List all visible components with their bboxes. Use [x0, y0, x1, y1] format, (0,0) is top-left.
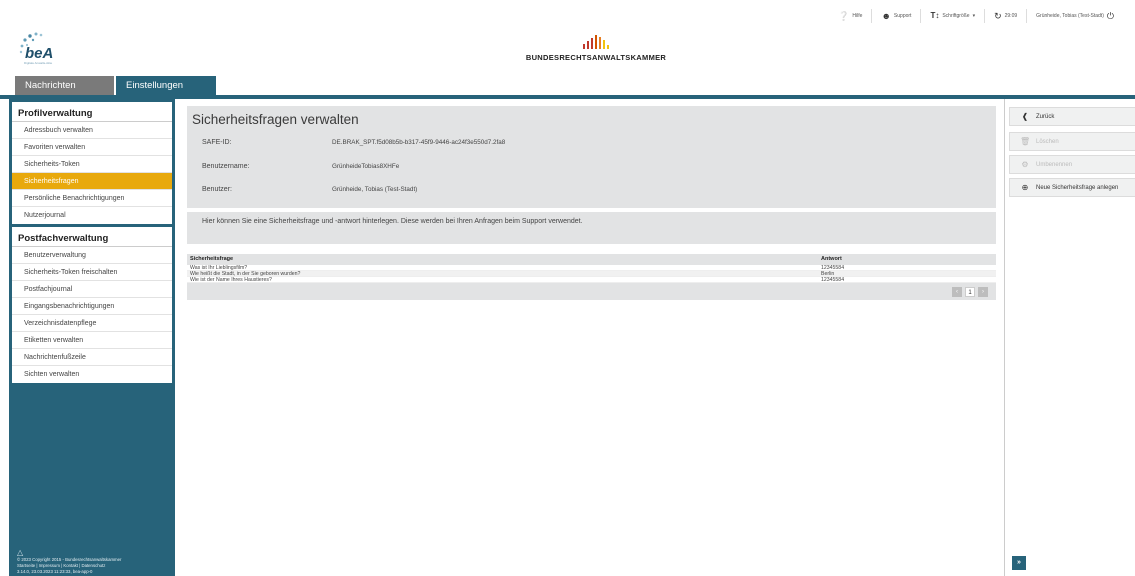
- page-title: Sicherheitsfragen verwalten: [192, 112, 359, 127]
- sidebar-item-favoriten[interactable]: Favoriten verwalten: [12, 139, 172, 156]
- safe-id-label: SAFE-ID:: [202, 139, 232, 146]
- username-label: Benutzername:: [202, 163, 250, 170]
- rename-button[interactable]: ⚙ Umbenennen: [1009, 155, 1135, 174]
- user-name: Grünheide, Tobias (Test-Stadt): [1036, 13, 1104, 19]
- text-size-icon: T↕: [930, 11, 940, 20]
- user-icon: ☻: [881, 10, 891, 21]
- user-value: Grünheide, Tobias (Test-Stadt): [332, 186, 418, 193]
- sidebar-footer: △ © 2023 Copyright 2015 - Bundesrechtsan…: [17, 548, 121, 575]
- main-tabs: Nachrichten Einstellungen: [15, 76, 216, 95]
- sidebar-item-nutzerjournal[interactable]: Nutzerjournal: [12, 207, 172, 224]
- user-label: Benutzer:: [202, 186, 232, 193]
- info-text: Hier können Sie eine Sicherheitsfrage un…: [202, 218, 583, 225]
- brak-logo: BUNDESRECHTSANWALTSKAMMER: [496, 35, 696, 62]
- username-row: Benutzername: GrünheideTobias8XHFe: [202, 163, 399, 170]
- delete-button[interactable]: 🗑 Löschen: [1009, 132, 1135, 151]
- postfach-panel-title: Postfachverwaltung: [12, 227, 172, 247]
- support-label: Support: [893, 13, 912, 19]
- pagination: ‹ 1 ›: [187, 283, 996, 300]
- header-question[interactable]: Sicherheitsfrage: [190, 254, 233, 265]
- gear-icon: ⚙: [1021, 160, 1029, 169]
- help-link[interactable]: ❔ Hilfe: [829, 9, 871, 23]
- sidebar-item-verzeichnisdatenpflege[interactable]: Verzeichnisdatenpflege: [12, 315, 172, 332]
- brak-name: BUNDESRECHTSANWALTSKAMMER: [525, 53, 667, 62]
- questions-table: Sicherheitsfrage Antwort Was ist Ihr Lie…: [187, 254, 996, 300]
- sidebar-item-adressbuch[interactable]: Adressbuch verwalten: [12, 122, 172, 139]
- sidebar-item-benutzerverwaltung[interactable]: Benutzerverwaltung: [12, 247, 172, 264]
- brak-bars-icon: [496, 35, 696, 49]
- brak-small-icon: △: [17, 548, 24, 557]
- chevron-down-icon: ▾: [972, 13, 976, 19]
- back-button[interactable]: ❰ Zurück: [1009, 107, 1135, 126]
- prev-page-button[interactable]: ‹: [952, 287, 962, 297]
- bea-logo[interactable]: beA Digitale Anwalts-Akte: [16, 28, 76, 68]
- support-link[interactable]: ☻ Support: [871, 9, 920, 23]
- sidebar-item-token-freischalten[interactable]: Sicherheits-Token freischalten: [12, 264, 172, 281]
- version-text: 3.14.0, 23.03.2023 11:23:33, bea-app-0: [17, 569, 93, 574]
- next-page-button[interactable]: ›: [978, 287, 988, 297]
- sidebar-item-sicherheits-token[interactable]: Sicherheits-Token: [12, 156, 172, 173]
- font-size-dropdown[interactable]: T↕ Schriftgröße ▾: [920, 9, 984, 23]
- user-menu[interactable]: Grünheide, Tobias (Test-Stadt) ⏻: [1026, 9, 1123, 23]
- session-time: 29:09: [1004, 13, 1018, 19]
- main-content: Sicherheitsfragen verwalten SAFE-ID: DE.…: [180, 99, 1004, 576]
- back-arrow-icon: ❰: [1021, 112, 1029, 121]
- tab-einstellungen[interactable]: Einstellungen: [116, 76, 216, 95]
- delete-label: Löschen: [1036, 138, 1059, 145]
- safe-id-row: SAFE-ID: DE.BRAK_SPT.f5d08b5b-b317-45f9-…: [202, 139, 505, 146]
- bea-app: ❔ Hilfe ☻ Support T↕ Schriftgröße ▾ ↻ 29…: [0, 0, 1135, 576]
- help-label: Hilfe: [852, 13, 863, 19]
- refresh-icon: ↻: [994, 10, 1002, 21]
- sidebar-item-eingangsbenachrichtigungen[interactable]: Eingangsbenachrichtigungen: [12, 298, 172, 315]
- add-question-button[interactable]: ⊕ Neue Sicherheitsfrage anlegen: [1009, 178, 1135, 197]
- back-label: Zurück: [1036, 113, 1055, 120]
- trash-icon: 🗑: [1020, 137, 1031, 146]
- profile-panel: Profilverwaltung Adressbuch verwalten Fa…: [12, 102, 172, 224]
- username-value: GrünheideTobias8XHFe: [332, 163, 400, 170]
- add-circle-icon: ⊕: [1021, 183, 1029, 192]
- header-answer[interactable]: Antwort: [821, 254, 842, 265]
- logo-text: beA: [25, 45, 54, 62]
- rename-label: Umbenennen: [1036, 161, 1073, 168]
- add-question-label: Neue Sicherheitsfrage anlegen: [1036, 184, 1119, 191]
- table-header: Sicherheitsfrage Antwort: [187, 254, 996, 265]
- sidebar-item-nachrichtenfusszeile[interactable]: Nachrichtenfußzeile: [12, 349, 172, 366]
- action-panel: ❰ Zurück 🗑 Löschen ⚙ Umbenennen ⊕ Neue S…: [1004, 99, 1135, 576]
- details-card: Sicherheitsfragen verwalten SAFE-ID: DE.…: [187, 106, 996, 208]
- sidebar-item-sicherheitsfragen[interactable]: Sicherheitsfragen: [12, 173, 172, 190]
- profile-panel-title: Profilverwaltung: [12, 102, 172, 122]
- sidebar-item-sichten[interactable]: Sichten verwalten: [12, 366, 172, 383]
- power-icon[interactable]: ⏻: [1107, 11, 1114, 21]
- page-number[interactable]: 1: [965, 287, 975, 297]
- sidebar-item-etiketten[interactable]: Etiketten verwalten: [12, 332, 172, 349]
- postfach-panel: Postfachverwaltung Benutzerverwaltung Si…: [12, 227, 172, 383]
- safe-id-value: DE.BRAK_SPT.f5d08b5b-b317-45f9-9446-ac24…: [332, 139, 506, 146]
- expand-panel-button[interactable]: »: [1012, 556, 1026, 570]
- user-row: Benutzer: Grünheide, Tobias (Test-Stadt): [202, 186, 417, 193]
- logo-subtitle: Digitale Anwalts-Akte: [24, 61, 53, 65]
- font-size-label: Schriftgröße: [942, 13, 970, 19]
- question-circle-icon: ❔: [838, 10, 850, 21]
- sidebar-item-postfachjournal[interactable]: Postfachjournal: [12, 281, 172, 298]
- info-card: Hier können Sie eine Sicherheitsfrage un…: [187, 212, 996, 244]
- top-toolbar: ❔ Hilfe ☻ Support T↕ Schriftgröße ▾ ↻ 29…: [0, 0, 1135, 32]
- session-timer[interactable]: ↻ 29:09: [984, 9, 1026, 23]
- sidebar: Profilverwaltung Adressbuch verwalten Fa…: [9, 99, 175, 576]
- tab-nachrichten[interactable]: Nachrichten: [15, 76, 114, 95]
- sidebar-item-benachrichtigungen[interactable]: Persönliche Benachrichtigungen: [12, 190, 172, 207]
